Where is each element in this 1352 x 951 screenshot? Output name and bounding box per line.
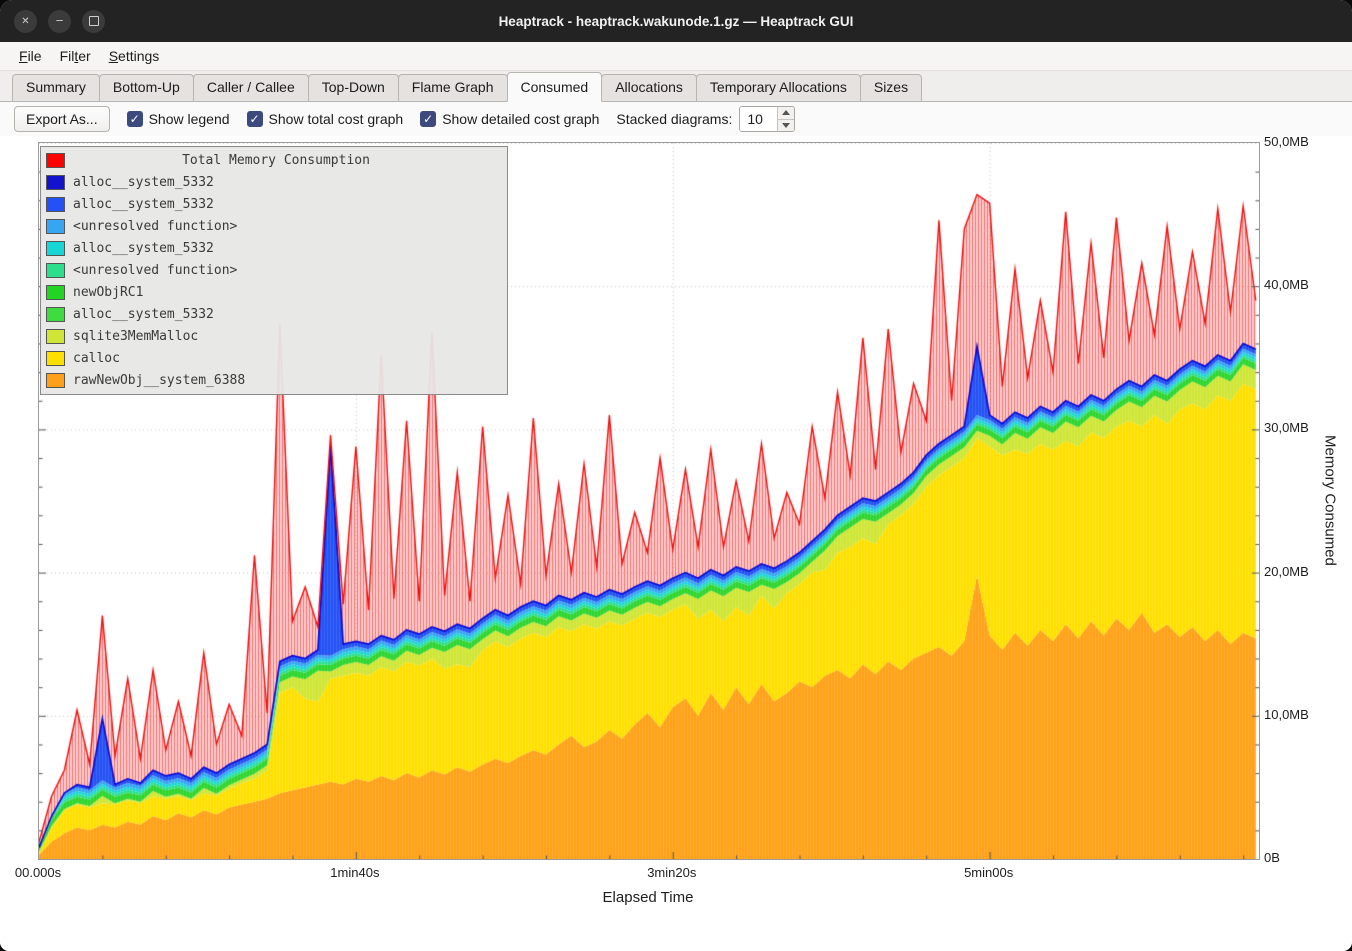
minimize-button[interactable]: [48, 10, 71, 33]
chart-legend: Total Memory Consumption alloc__system_5…: [40, 146, 508, 395]
tab-bottom-up[interactable]: Bottom-Up: [99, 74, 194, 101]
y-axis-tick-label: 50,0MB: [1264, 134, 1309, 149]
legend-entry-label: alloc__system_5332: [73, 241, 214, 256]
x-axis-tick-label: 00.000s: [15, 865, 61, 880]
legend-entry: calloc: [41, 347, 507, 369]
y-axis-title: Memory Consumed: [1318, 142, 1342, 858]
titlebar: Heaptrack - heaptrack.wakunode.1.gz — He…: [0, 0, 1352, 42]
spin-buttons: [777, 107, 794, 131]
legend-entry-label: <unresolved function>: [73, 219, 237, 234]
x-axis-tick-label: 1min40s: [330, 865, 379, 880]
tab-summary[interactable]: Summary: [12, 74, 100, 101]
y-axis-tick-label: 40,0MB: [1264, 277, 1309, 292]
tab-flame-graph[interactable]: Flame Graph: [398, 74, 508, 101]
stacked-diagrams-input[interactable]: [740, 107, 777, 131]
menu-item-settings[interactable]: Settings: [100, 45, 169, 67]
spin-down-button[interactable]: [778, 119, 794, 132]
legend-swatch: [46, 329, 65, 344]
close-icon: [21, 16, 29, 27]
stacked-diagrams-group: Stacked diagrams:: [616, 106, 795, 132]
legend-entry: alloc__system_5332: [41, 237, 507, 259]
legend-entry: alloc__system_5332: [41, 303, 507, 325]
stacked-diagrams-spinbox[interactable]: [739, 106, 795, 132]
legend-swatch: [46, 307, 65, 322]
spin-up-button[interactable]: [778, 107, 794, 119]
stacked-diagrams-label: Stacked diagrams:: [616, 111, 732, 127]
legend-entry-label: sqlite3MemMalloc: [73, 329, 198, 344]
legend-swatch: [46, 197, 65, 212]
legend-entry: sqlite3MemMalloc: [41, 325, 507, 347]
legend-entry-label: alloc__system_5332: [73, 307, 214, 322]
menubar: File Filter Settings: [0, 42, 1352, 71]
checkbox-show-legend[interactable]: Show legend: [127, 111, 230, 127]
legend-entry: alloc__system_5332: [41, 171, 507, 193]
legend-entry-label: <unresolved function>: [73, 263, 237, 278]
legend-swatch-total: [46, 153, 65, 168]
y-axis-tick-label: 20,0MB: [1264, 564, 1309, 579]
tab-consumed[interactable]: Consumed: [507, 72, 603, 102]
legend-swatch: [46, 351, 65, 366]
window-title: Heaptrack - heaptrack.wakunode.1.gz — He…: [0, 14, 1352, 29]
export-as-button[interactable]: Export As...: [14, 106, 110, 132]
app-window: Heaptrack - heaptrack.wakunode.1.gz — He…: [0, 0, 1352, 951]
x-axis-tick-label: 3min20s: [647, 865, 696, 880]
legend-entry-label: newObjRC1: [73, 285, 143, 300]
tab-top-down[interactable]: Top-Down: [308, 74, 399, 101]
checkbox-icon[interactable]: [247, 111, 263, 127]
close-button[interactable]: [14, 10, 37, 33]
chart-area: Total Memory Consumption alloc__system_5…: [0, 136, 1352, 951]
menu-item-file[interactable]: File: [10, 45, 51, 67]
maximize-icon: [89, 16, 99, 26]
y-axis-tick-label: 30,0MB: [1264, 420, 1309, 435]
legend-entry-label: rawNewObj__system_6388: [73, 373, 245, 388]
tab-temporary-allocations[interactable]: Temporary Allocations: [696, 74, 861, 101]
tab-bar: Summary Bottom-Up Caller / Callee Top-Do…: [0, 71, 1352, 102]
minimize-icon: [56, 14, 64, 28]
legend-swatch: [46, 285, 65, 300]
x-axis-title: Elapsed Time: [603, 889, 694, 906]
checkbox-show-detailed-cost-graph[interactable]: Show detailed cost graph: [420, 111, 599, 127]
x-axis-tick-label: 5min00s: [964, 865, 1013, 880]
legend-entry: <unresolved function>: [41, 259, 507, 281]
legend-entry: newObjRC1: [41, 281, 507, 303]
legend-swatch: [46, 263, 65, 278]
tab-sizes[interactable]: Sizes: [860, 74, 922, 101]
window-controls: [14, 0, 105, 42]
legend-swatch: [46, 241, 65, 256]
legend-entry: alloc__system_5332: [41, 193, 507, 215]
y-axis-tick-label: 10,0MB: [1264, 707, 1309, 722]
tab-caller-callee[interactable]: Caller / Callee: [193, 74, 309, 101]
maximize-button[interactable]: [82, 10, 105, 33]
y-axis-tick-label: 0B: [1264, 850, 1280, 865]
legend-entry-label: calloc: [73, 351, 120, 366]
legend-entry: rawNewObj__system_6388: [41, 369, 507, 391]
checkbox-icon[interactable]: [420, 111, 436, 127]
legend-swatch: [46, 219, 65, 234]
legend-entry-label: alloc__system_5332: [73, 175, 214, 190]
legend-title-row: Total Memory Consumption: [41, 149, 507, 171]
legend-swatch: [46, 373, 65, 388]
checkbox-show-total-cost-graph[interactable]: Show total cost graph: [247, 111, 404, 127]
legend-entry: <unresolved function>: [41, 215, 507, 237]
menu-item-filter[interactable]: Filter: [51, 45, 100, 67]
checkbox-icon[interactable]: [127, 111, 143, 127]
toolbar: Export As... Show legend Show total cost…: [0, 102, 1352, 136]
legend-entry-label: alloc__system_5332: [73, 197, 214, 212]
tab-allocations[interactable]: Allocations: [601, 74, 697, 101]
legend-title: Total Memory Consumption: [73, 153, 507, 168]
legend-swatch: [46, 175, 65, 190]
